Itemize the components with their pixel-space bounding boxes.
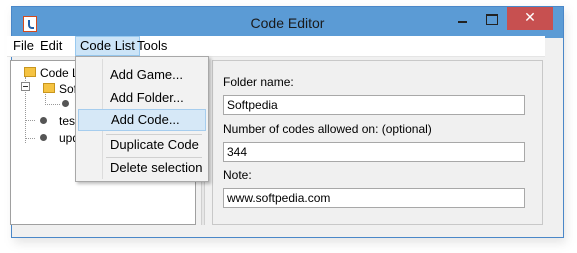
tree-guide-line (25, 120, 35, 121)
menu-file[interactable]: File (9, 36, 38, 56)
menu-item-duplicate-code[interactable]: Duplicate Code (78, 134, 206, 156)
note-input[interactable] (223, 188, 525, 208)
menu-item-delete-selection[interactable]: Delete selection (78, 157, 206, 179)
close-button[interactable]: ✕ (507, 7, 553, 30)
tree-guide-line (45, 104, 60, 105)
close-icon: ✕ (524, 9, 536, 25)
code-node-icon (62, 100, 69, 107)
menu-item-add-code[interactable]: Add Code... (78, 109, 206, 131)
menu-bar: File Edit Code List Tools (7, 36, 545, 57)
menu-item-add-game[interactable]: Add Game... (78, 64, 206, 86)
code-node-icon (40, 134, 47, 141)
folder-icon (43, 83, 55, 93)
menu-item-add-folder[interactable]: Add Folder... (78, 87, 206, 109)
menu-code-list[interactable]: Code List (75, 36, 140, 56)
code-list-dropdown: Add Game... Add Folder... Add Code... Du… (75, 56, 209, 182)
tree-guide-line (25, 138, 35, 139)
collapse-icon[interactable] (21, 82, 30, 91)
menu-tools[interactable]: Tools (133, 36, 171, 56)
maximize-button[interactable] (478, 7, 505, 30)
details-panel: Folder name: Number of codes allowed on:… (212, 60, 543, 225)
minimize-button[interactable] (449, 7, 476, 30)
menu-edit[interactable]: Edit (36, 36, 66, 56)
codes-allowed-input[interactable] (223, 142, 525, 162)
folder-name-label: Folder name: (223, 75, 294, 89)
folder-icon (24, 67, 36, 77)
folder-name-input[interactable] (223, 95, 525, 115)
codes-allowed-label: Number of codes allowed on: (optional) (223, 122, 432, 136)
code-node-icon (40, 117, 47, 124)
title-bar[interactable]: Code Editor ✕ (12, 7, 563, 38)
note-label: Note: (223, 168, 252, 182)
